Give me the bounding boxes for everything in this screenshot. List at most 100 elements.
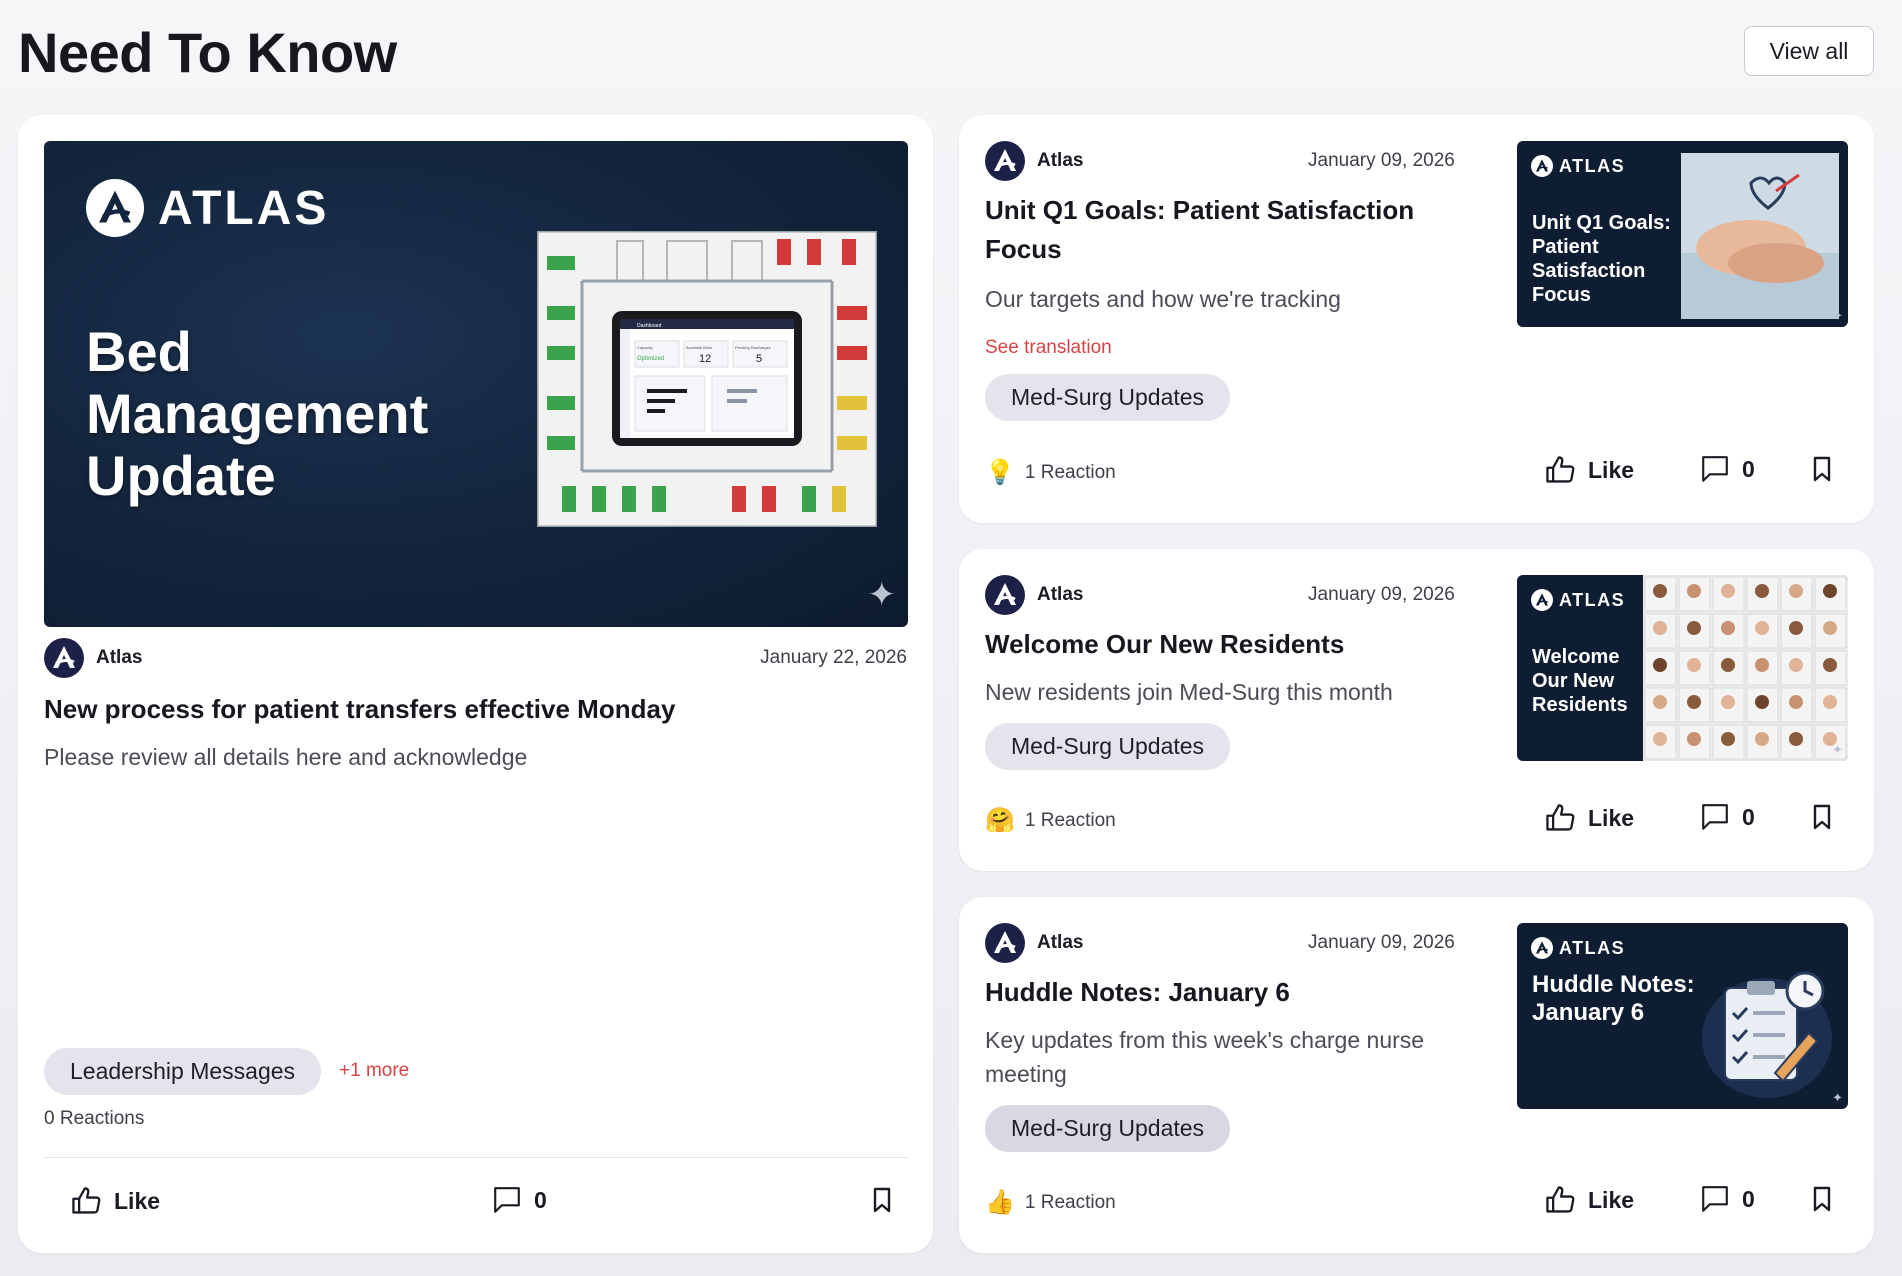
- comment-count: 0: [1742, 1185, 1755, 1212]
- reaction-count: 1 Reaction: [1024, 809, 1116, 831]
- hero-title: Bed Management Update: [86, 320, 429, 507]
- reaction-count[interactable]: 0 Reactions: [44, 1108, 144, 1130]
- comment-icon: [1700, 802, 1730, 832]
- thumbs-up-emoji-icon: 👍: [985, 1189, 1015, 1216]
- post-date: January 22, 2026: [760, 647, 907, 668]
- author-name: Atlas: [1037, 584, 1084, 605]
- featured-hero-image[interactable]: ATLAS Bed Management Update Dashboard Ca…: [44, 141, 908, 627]
- author-avatar: [985, 923, 1025, 963]
- post-date: January 09, 2026: [1308, 584, 1455, 605]
- reactions-row[interactable]: 👍 1 Reaction: [985, 1188, 1116, 1217]
- like-button[interactable]: Like: [1544, 454, 1634, 486]
- post-thumbnail[interactable]: ATLAS Welcome Our New Residents ✦: [1517, 575, 1848, 761]
- comment-icon: [1700, 1184, 1730, 1214]
- hero-brand: ATLAS: [158, 181, 330, 235]
- comment-button[interactable]: 0: [492, 1185, 547, 1215]
- comment-count: 0: [534, 1186, 547, 1213]
- post-card[interactable]: Atlas January 09, 2026 Unit Q1 Goals: Pa…: [959, 115, 1874, 523]
- stat-beds-value: 12: [699, 353, 711, 365]
- sparkle-icon: ✦: [1832, 1090, 1843, 1105]
- author-name: Atlas: [96, 647, 143, 668]
- reaction-count: 1 Reaction: [1024, 1191, 1116, 1213]
- author-row: Atlas: [44, 638, 142, 678]
- sparkle-icon: ✦: [867, 576, 897, 614]
- post-thumbnail[interactable]: ATLAS Huddle Notes: January 6 ✦: [1517, 923, 1848, 1109]
- thumb-brand: ATLAS: [1559, 937, 1626, 958]
- thumbs-up-icon: [1544, 1184, 1576, 1216]
- stat-capacity-value: Optimized: [637, 356, 664, 362]
- stat-discharges-value: 5: [756, 353, 762, 365]
- author-avatar: [985, 141, 1025, 181]
- tag-chip[interactable]: Med-Surg Updates: [985, 374, 1231, 421]
- post-subtitle: New residents join Med-Surg this month: [985, 679, 1393, 705]
- bookmark-icon: [1808, 454, 1836, 484]
- post-card[interactable]: Atlas January 09, 2026 Welcome Our New R…: [959, 549, 1874, 871]
- reactions-row[interactable]: 💡 1 Reaction: [985, 458, 1116, 487]
- bookmark-icon: [1808, 1184, 1836, 1214]
- bookmark-button[interactable]: [1808, 802, 1836, 832]
- author-row: Atlas: [985, 141, 1083, 181]
- stat-capacity-label: Capacity: [637, 345, 653, 350]
- post-date: January 09, 2026: [1308, 150, 1455, 171]
- lightbulb-icon: 💡: [985, 459, 1015, 486]
- bookmark-button[interactable]: [1808, 454, 1836, 484]
- see-translation-link[interactable]: See translation: [985, 337, 1112, 359]
- author-avatar: [985, 575, 1025, 615]
- hug-emoji-icon: 🤗: [985, 807, 1015, 834]
- like-label: Like: [1588, 456, 1635, 483]
- comment-icon: [492, 1185, 522, 1215]
- dashboard-title-text: Dashboard: [637, 323, 662, 329]
- bookmark-button[interactable]: [1808, 1184, 1836, 1214]
- thumb-title: Welcome Our New Residents: [1532, 646, 1628, 716]
- post-subtitle: Our targets and how we're tracking: [985, 286, 1341, 312]
- author-name: Atlas: [1037, 932, 1084, 953]
- view-all-button[interactable]: View all: [1744, 26, 1874, 76]
- thumbs-up-icon: [1544, 454, 1576, 486]
- thumbs-up-icon: [1544, 802, 1576, 834]
- author-name: Atlas: [1037, 150, 1084, 171]
- post-title[interactable]: Huddle Notes: January 6: [985, 973, 1485, 1012]
- holding-hands-photo: [1681, 153, 1839, 319]
- more-tags-link[interactable]: +1 more: [339, 1060, 409, 1082]
- thumb-title: Unit Q1 Goals: Patient Satisfaction Focu…: [1532, 212, 1671, 306]
- like-button[interactable]: Like: [1544, 802, 1634, 834]
- bookmark-icon: [1808, 802, 1836, 832]
- bookmark-button[interactable]: [868, 1185, 896, 1215]
- like-button[interactable]: Like: [1544, 1184, 1634, 1216]
- comment-button[interactable]: 0: [1700, 1184, 1755, 1214]
- post-title[interactable]: Unit Q1 Goals: Patient Satisfaction Focu…: [985, 191, 1465, 269]
- divider: [44, 1157, 908, 1158]
- tag-chip[interactable]: Med-Surg Updates: [985, 723, 1231, 770]
- thumb-logo: ATLAS: [1531, 589, 1625, 611]
- author-avatar: [44, 638, 84, 678]
- author-row: Atlas: [985, 923, 1083, 963]
- thumb-brand: ATLAS: [1559, 589, 1626, 610]
- like-label: Like: [114, 1187, 161, 1214]
- page-title: Need To Know: [18, 21, 397, 84]
- author-row: Atlas: [985, 575, 1083, 615]
- comment-count: 0: [1742, 803, 1755, 830]
- comment-button[interactable]: 0: [1700, 802, 1755, 832]
- thumb-title: Huddle Notes: January 6: [1532, 971, 1695, 1026]
- post-card[interactable]: Atlas January 09, 2026 Huddle Notes: Jan…: [959, 897, 1874, 1253]
- comment-icon: [1700, 454, 1730, 484]
- comment-button[interactable]: 0: [1700, 454, 1755, 484]
- reactions-row[interactable]: 🤗 1 Reaction: [985, 806, 1116, 835]
- thumb-brand: ATLAS: [1559, 155, 1626, 176]
- comment-count: 0: [1742, 455, 1755, 482]
- post-thumbnail[interactable]: ATLAS Unit Q1 Goals: Patient Satisfactio…: [1517, 141, 1848, 327]
- page-header: Need To Know View all: [18, 18, 1874, 88]
- reaction-count: 1 Reaction: [1024, 461, 1116, 483]
- hero-logo: ATLAS: [86, 179, 329, 237]
- post-subtitle: Please review all details here and ackno…: [44, 744, 528, 770]
- clipboard-checklist-icon: [1702, 971, 1832, 1098]
- atlas-logo-icon: [1531, 589, 1553, 611]
- post-title[interactable]: Welcome Our New Residents: [985, 625, 1485, 664]
- tag-chip[interactable]: Med-Surg Updates: [985, 1105, 1231, 1152]
- post-title[interactable]: New process for patient transfers effect…: [44, 690, 904, 729]
- stat-beds-label: Available Beds: [686, 345, 712, 350]
- sparkle-icon: ✦: [1832, 308, 1843, 323]
- tag-chip[interactable]: Leadership Messages: [44, 1048, 322, 1095]
- featured-post-card[interactable]: ATLAS Bed Management Update Dashboard Ca…: [18, 115, 933, 1253]
- like-button[interactable]: Like: [70, 1185, 160, 1217]
